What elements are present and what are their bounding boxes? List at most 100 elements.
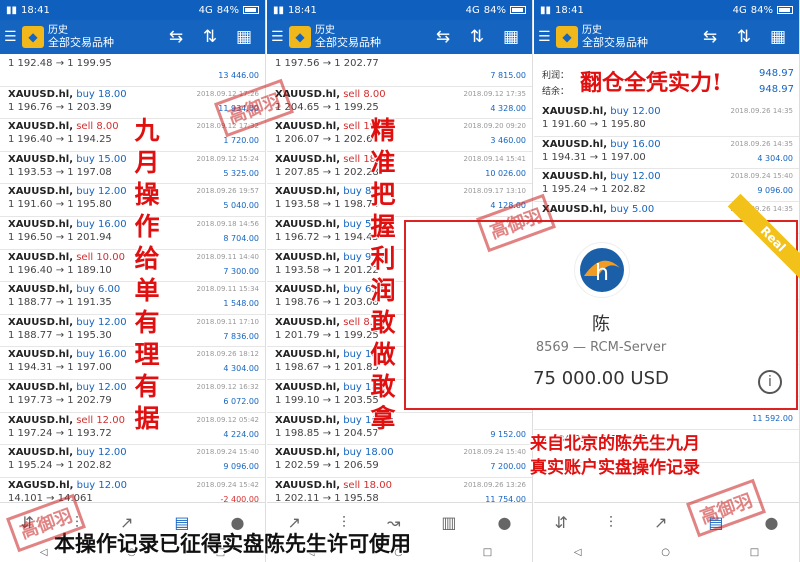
trade-date: 2018.09.11 14:40 bbox=[196, 252, 259, 261]
signal-icon: ▮▮ bbox=[6, 4, 18, 16]
trade-symbol: XAUUSD.hl, bbox=[8, 251, 74, 263]
trade-symbol: XAUUSD.hl, bbox=[8, 381, 74, 393]
back-icon[interactable]: ◁ bbox=[40, 547, 48, 558]
trade-date: 2018.09.26 18:12 bbox=[196, 350, 259, 359]
trade-date: 2018.09.24 15:40 bbox=[730, 172, 793, 181]
currency-exchange-icon[interactable]: ⇆ bbox=[693, 27, 727, 47]
trade-icon[interactable]: ↗ bbox=[654, 513, 667, 532]
trade-profit: 4 304.00 bbox=[223, 364, 259, 374]
trade-prices: 1 206.07 → 1 202.61 bbox=[275, 134, 379, 146]
trade-date: 2018.09.26 13:26 bbox=[463, 480, 526, 489]
trade-row[interactable]: XAUUSD.hl, buy 16.00 1 198.85 → 1 204.57 9… bbox=[267, 413, 532, 446]
trade-direction: buy 12.00 bbox=[76, 316, 127, 328]
sort-icon[interactable]: ⇅ bbox=[193, 27, 227, 47]
app-logo: ◆ bbox=[556, 26, 578, 48]
sort-icon[interactable]: ⇅ bbox=[727, 27, 761, 47]
status-bar: ▮▮ 18:41 4G 84% bbox=[0, 0, 265, 20]
trade-date: 2018.09.12 16:32 bbox=[196, 382, 259, 391]
trade-row[interactable]: XAUUSD.hl, sell 18.00 1 207.85 → 1 202.28… bbox=[267, 152, 532, 185]
calendar-icon[interactable]: ▦ bbox=[761, 27, 795, 47]
trade-prices: 1 193.58 → 1 198.74 bbox=[275, 199, 379, 211]
trade-row[interactable]: XAUUSD.hl, sell 18.00 1 202.11 → 1 195.58… bbox=[267, 478, 532, 502]
symbol-filter[interactable]: 全部交易品种 bbox=[582, 37, 693, 49]
trade-symbol: XAUUSD.hl, bbox=[275, 251, 341, 263]
currency-exchange-icon[interactable]: ⇆ bbox=[159, 27, 193, 47]
symbol-filter[interactable]: 全部交易品种 bbox=[48, 37, 159, 49]
currency-exchange-icon[interactable]: ⇆ bbox=[426, 27, 460, 47]
callout-panel2: 精准把握利润敢做敢拿 bbox=[370, 116, 396, 433]
trade-symbol: XAUUSD.hl, bbox=[275, 218, 341, 230]
trade-prices: 1 197.56 → 1 202.77 bbox=[275, 58, 379, 69]
app-bar: ☰ ◆ 历史 全部交易品种 ⇆ ⇅ ▦ bbox=[267, 20, 532, 54]
trade-row[interactable]: XAUUSD.hl, buy 12.00 1 191.60 → 1 195.80 2… bbox=[534, 104, 799, 137]
balance-label: 结余： bbox=[542, 87, 570, 97]
trade-prices: 1 195.24 → 1 202.82 bbox=[8, 460, 112, 472]
trade-symbol: XAUUSD.hl, bbox=[8, 218, 74, 230]
clock: 18:41 bbox=[555, 4, 584, 16]
home-icon[interactable]: ○ bbox=[661, 547, 670, 558]
account-card[interactable]: Real h 陈 8569 — RCM-Server 75 000.00 USD… bbox=[404, 193, 800, 410]
trade-direction: sell 18.00 bbox=[343, 479, 392, 491]
trade-row[interactable]: XAUUSD.hl, buy 12.00 1 195.24 → 1 202.82 2… bbox=[0, 445, 265, 478]
trade-row[interactable]: XAGUSD.hl, buy 12.00 14.101 → 14.061 2018.… bbox=[0, 478, 265, 502]
trade-symbol: XAUUSD.hl, bbox=[275, 186, 341, 198]
chat-icon[interactable]: ● bbox=[498, 513, 512, 532]
trade-date: 2018.09.24 15:42 bbox=[196, 480, 259, 489]
sort-icon[interactable]: ⇅ bbox=[460, 27, 494, 47]
trade-date: 2018.09.14 15:41 bbox=[463, 154, 526, 163]
trade-row[interactable]: XAUUSD.hl, buy 16.00 1 194.31 → 1 197.00 2… bbox=[534, 137, 799, 170]
trade-date: 2018.09.24 15:40 bbox=[196, 448, 259, 457]
system-nav: ◁ ○ □ bbox=[534, 542, 799, 562]
symbol-filter[interactable]: 全部交易品种 bbox=[315, 37, 426, 49]
trade-profit: 11 754.00 bbox=[485, 494, 526, 502]
trade-direction: buy 12.00 bbox=[610, 171, 661, 183]
battery-icon bbox=[777, 6, 793, 14]
menu-icon[interactable]: ☰ bbox=[538, 29, 556, 45]
screenshot-collage: ▮▮ 18:41 4G 84% ☰ ◆ 历史 全部交易品种 ⇆ ⇅ ▦ 1 192.… bbox=[0, 0, 800, 562]
trade-row[interactable]: 1 197.56 → 1 202.77 7 815.00 bbox=[267, 54, 532, 87]
trade-direction: buy 12.00 bbox=[610, 106, 661, 117]
trade-profit: 7 815.00 bbox=[490, 71, 526, 80]
trade-direction: sell 8.00 bbox=[343, 88, 386, 100]
trade-symbol: XAUUSD.hl, bbox=[8, 284, 74, 296]
trade-symbol: XAUUSD.hl, bbox=[542, 138, 608, 150]
trade-profit: 8 704.00 bbox=[223, 233, 259, 243]
back-icon[interactable]: ◁ bbox=[574, 547, 582, 558]
app-logo: ◆ bbox=[289, 26, 311, 48]
trade-direction: buy 16.00 bbox=[76, 218, 127, 230]
calendar-icon[interactable]: ▦ bbox=[227, 27, 261, 47]
menu-icon[interactable]: ☰ bbox=[4, 29, 22, 45]
news-icon[interactable]: ▥ bbox=[441, 513, 456, 532]
trade-direction: buy 5.00 bbox=[610, 203, 655, 215]
trade-profit: 7 300.00 bbox=[223, 266, 259, 276]
battery-icon bbox=[510, 6, 526, 14]
trade-profit: 4 224.00 bbox=[223, 429, 259, 439]
recents-icon[interactable]: □ bbox=[750, 547, 759, 558]
trade-row[interactable]: XAUUSD.hl, sell 10.00 1 206.07 → 1 202.61… bbox=[267, 119, 532, 152]
trade-date: 2018.09.26 14:35 bbox=[730, 139, 793, 148]
app-bar: ☰ ◆ 历史 全部交易品种 ⇆ ⇅ ▦ bbox=[534, 20, 799, 54]
trade-symbol: XAUUSD.hl, bbox=[275, 349, 341, 361]
broker-logo: h bbox=[574, 242, 630, 298]
calendar-icon[interactable]: ▦ bbox=[494, 27, 528, 47]
trade-row[interactable]: XAUUSD.hl, buy 18.00 1 202.59 → 1 206.59 2… bbox=[267, 445, 532, 478]
chart-icon[interactable]: ⫶ bbox=[609, 513, 613, 533]
trade-profit: 4 328.00 bbox=[490, 103, 526, 113]
menu-icon[interactable]: ☰ bbox=[271, 29, 289, 45]
trade-profit: -2 400.00 bbox=[220, 494, 259, 502]
trade-row[interactable]: XAUUSD.hl, buy 12.00 1 195.24 → 1 202.82 2… bbox=[534, 169, 799, 202]
recents-icon[interactable]: □ bbox=[483, 547, 492, 558]
trade-profit: 3 460.00 bbox=[490, 136, 526, 146]
trade-direction: sell 8.00 bbox=[76, 121, 119, 133]
trade-direction: buy 16.00 bbox=[610, 138, 661, 150]
chat-icon[interactable]: ● bbox=[765, 513, 779, 532]
trade-direction: buy 12.00 bbox=[76, 186, 127, 198]
trade-profit: 7 836.00 bbox=[223, 331, 259, 341]
quotes-icon[interactable]: ⇵ bbox=[555, 513, 568, 532]
status-bar: ▮▮ 18:41 4G 84% bbox=[267, 0, 532, 20]
info-icon[interactable]: i bbox=[758, 370, 782, 394]
trade-symbol: XAUUSD.hl, bbox=[275, 316, 341, 328]
trade-row[interactable]: XAUUSD.hl, sell 8.00 1 204.65 → 1 199.25 2… bbox=[267, 87, 532, 120]
account-balance: 75 000.00 USD bbox=[533, 368, 669, 389]
trade-row[interactable]: 1 192.48 → 1 199.95 13 446.00 bbox=[0, 54, 265, 87]
